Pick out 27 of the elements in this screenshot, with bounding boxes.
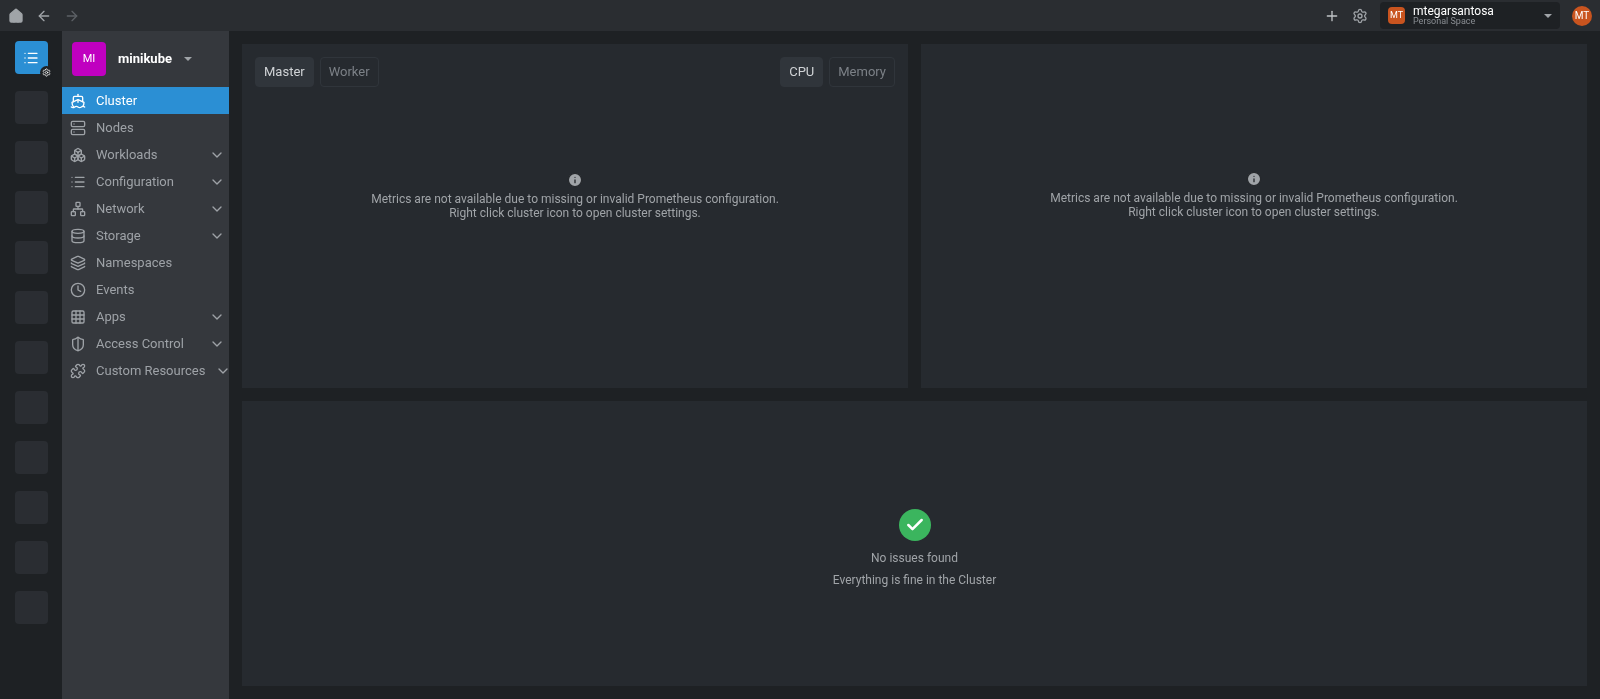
message-text: Metrics are not available due to missing or invalid Prometheus configuration.	[371, 191, 779, 206]
nav-item[interactable]: Configuration	[62, 168, 229, 195]
nav-item[interactable]: Namespaces	[62, 249, 229, 276]
message-text: Right click cluster icon to open cluster settings.	[449, 205, 701, 220]
workspace-badge: MT	[1388, 7, 1405, 24]
nav-item[interactable]: Workloads	[62, 141, 229, 168]
workspace-subtitle: Personal Space	[1413, 17, 1476, 26]
nav-item[interactable]: Access Control	[62, 330, 229, 357]
nav-item[interactable]: Storage	[62, 222, 229, 249]
nav-item[interactable]: Cluster	[62, 87, 229, 114]
issues-subtitle: Everything is fine in the Cluster	[832, 571, 997, 589]
nav-item[interactable]: Events	[62, 276, 229, 303]
cluster-name[interactable]: minikube	[118, 49, 172, 69]
tab[interactable]: Master	[255, 57, 314, 87]
nav-item[interactable]: Nodes	[62, 114, 229, 141]
cluster-badge: MI	[72, 42, 106, 76]
workspace-name: mtegarsantosa	[1413, 5, 1494, 17]
nav-item[interactable]: Custom Resources	[62, 357, 229, 384]
nav-item[interactable]: Network	[62, 195, 229, 222]
tab[interactable]: Worker	[319, 57, 379, 87]
tab[interactable]: CPU	[780, 57, 824, 87]
nav-item[interactable]: Apps	[62, 303, 229, 330]
message-text: Right click cluster icon to open cluster settings.	[1128, 205, 1380, 219]
tab[interactable]: Memory	[829, 57, 895, 87]
issues-title: No issues found	[871, 549, 958, 567]
message-text: Metrics are not available due to missing or invalid Prometheus configuration.	[1050, 191, 1458, 205]
user-avatar[interactable]: MT	[1572, 5, 1592, 26]
